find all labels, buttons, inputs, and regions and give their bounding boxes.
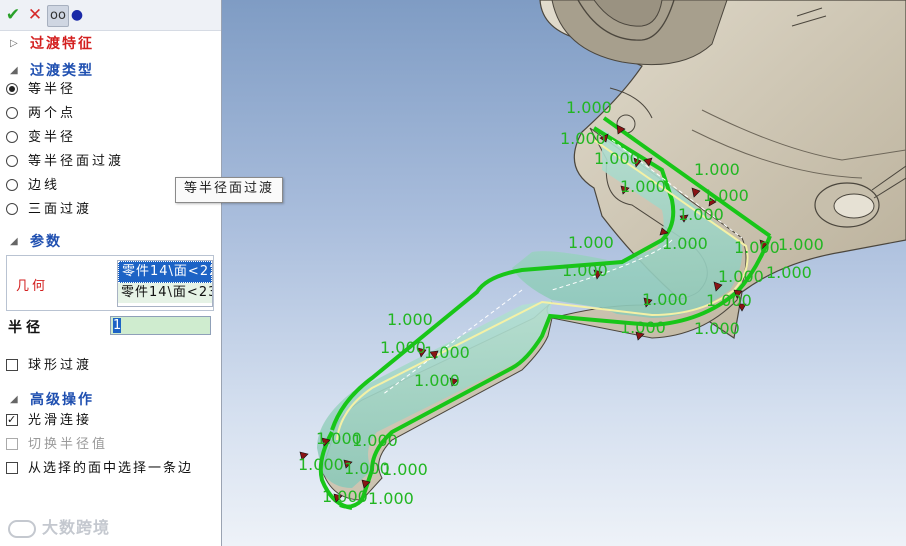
collapse-triangle-icon[interactable]: ◢ xyxy=(10,389,18,411)
radius-input[interactable]: 1 xyxy=(110,316,211,335)
dim-label: 1.000 xyxy=(678,205,724,224)
dim-label: 1.000 xyxy=(368,489,414,508)
dim-label: 1.000 xyxy=(662,234,708,253)
dim-label: 1.000 xyxy=(298,455,344,474)
checkbox-toggle-radius: 切换半径值 xyxy=(0,434,221,456)
section-advanced[interactable]: ◢ 高级操作 xyxy=(0,389,221,411)
radio-two-points[interactable]: 两个点 xyxy=(0,103,221,125)
section-advanced-label: 高级操作 xyxy=(30,392,94,408)
dim-label: 1.000 xyxy=(694,319,740,338)
checkbox-sphere-fillet[interactable]: 球形过渡 xyxy=(0,355,221,377)
confirm-check-icon[interactable]: ✔ xyxy=(3,5,23,25)
checkbox xyxy=(6,438,18,450)
checkbox-smooth-connect[interactable]: ✓ 光滑连接 xyxy=(0,410,221,432)
dim-label: 1.000 xyxy=(642,290,688,309)
preview-glasses-icon[interactable]: oo xyxy=(47,5,69,27)
dim-label: 1.000 xyxy=(352,431,398,450)
geometry-label: 几何 xyxy=(16,279,49,294)
radio-label: 等半径面过渡 xyxy=(28,154,125,169)
geometry-list[interactable]: 零件14\面<22 零件14\面<23 xyxy=(117,260,213,307)
collapse-triangle-icon[interactable]: ◢ xyxy=(10,231,18,253)
dim-label: 1.000 xyxy=(766,263,812,282)
dim-label: 1.000 xyxy=(387,310,433,329)
geometry-list-item[interactable]: 零件14\面<23 xyxy=(118,283,212,303)
radio-button[interactable] xyxy=(6,83,18,95)
dim-label: 1.000 xyxy=(566,98,612,117)
section-params[interactable]: ◢ 参数 xyxy=(0,231,221,253)
dim-label: 1.000 xyxy=(620,318,666,337)
3d-viewport[interactable]: 1.000 1.000 1.000 1.000 1.000 1.000 1.00… xyxy=(222,0,906,546)
radio-label: 等半径 xyxy=(28,82,77,97)
checkbox[interactable] xyxy=(6,359,18,371)
dim-label: 1.000 xyxy=(568,233,614,252)
radius-label: 半径 xyxy=(8,320,44,336)
checkbox-label: 光滑连接 xyxy=(28,413,93,428)
radio-button[interactable] xyxy=(6,179,18,191)
tooltip: 等半径面过渡 xyxy=(175,177,283,203)
status-dot-icon[interactable]: ● xyxy=(70,5,84,25)
dim-label: 1.000 xyxy=(778,235,824,254)
dim-label: 1.000 xyxy=(562,261,608,280)
property-panel: ✔ ✕ oo ● ▷ 过渡特征 ◢ 过渡类型 等半径 两个点 变半径 等半径面过… xyxy=(0,0,222,546)
dim-label: 1.000 xyxy=(424,343,470,362)
radio-label: 边线 xyxy=(28,178,61,193)
geometry-group: 几何 零件14\面<22 零件14\面<23 xyxy=(6,255,214,311)
radio-button[interactable] xyxy=(6,131,18,143)
dim-label: 1.000 xyxy=(594,149,640,168)
dim-label: 1.000 xyxy=(322,487,368,506)
checkbox-label: 切换半径值 xyxy=(28,437,109,452)
dim-label: 1.000 xyxy=(620,177,666,196)
checkbox-checked[interactable]: ✓ xyxy=(6,414,18,426)
dim-label: 1.000 xyxy=(706,291,752,310)
radio-equal-radius[interactable]: 等半径 xyxy=(0,79,221,101)
section-params-label: 参数 xyxy=(30,234,62,250)
geometry-list-item[interactable]: 零件14\面<22 xyxy=(118,261,212,283)
dim-label: 1.000 xyxy=(380,338,426,357)
dim-label: 1.000 xyxy=(382,460,428,479)
checkbox-label: 球形过渡 xyxy=(28,358,93,373)
checkbox[interactable] xyxy=(6,462,18,474)
radio-button[interactable] xyxy=(6,155,18,167)
dim-label: 1.000 xyxy=(718,267,764,286)
radio-button[interactable] xyxy=(6,107,18,119)
part-render[interactable]: 1.000 1.000 1.000 1.000 1.000 1.000 1.00… xyxy=(222,0,906,546)
watermark-icon xyxy=(8,519,36,538)
panel-toolbar: ✔ ✕ oo ● xyxy=(0,0,221,31)
checkbox-select-edge[interactable]: 从选择的面中选择一条边 xyxy=(0,458,221,480)
expand-triangle-icon[interactable]: ▷ xyxy=(10,33,18,55)
radio-label: 三面过渡 xyxy=(28,202,93,217)
dim-label: 1.000 xyxy=(560,129,606,148)
radio-variable-radius[interactable]: 变半径 xyxy=(0,127,221,149)
dim-label: 1.000 xyxy=(734,238,780,257)
cancel-x-icon[interactable]: ✕ xyxy=(25,5,45,25)
radio-equal-radius-face[interactable]: 等半径面过渡 xyxy=(0,151,221,173)
dim-label: 1.000 xyxy=(703,186,749,205)
checkbox-label: 从选择的面中选择一条边 xyxy=(28,461,194,476)
dim-label: 1.000 xyxy=(694,160,740,179)
radio-label: 两个点 xyxy=(28,106,77,121)
radio-button[interactable] xyxy=(6,203,18,215)
radius-value: 1 xyxy=(113,318,122,333)
section-fillet-feature-label: 过渡特征 xyxy=(30,36,94,52)
watermark-logo: 大数跨境 xyxy=(8,514,110,538)
dim-label: 1.000 xyxy=(414,371,460,390)
radio-label: 变半径 xyxy=(28,130,77,145)
watermark-text: 大数跨境 xyxy=(42,518,111,537)
section-fillet-feature[interactable]: ▷ 过渡特征 xyxy=(0,33,221,55)
